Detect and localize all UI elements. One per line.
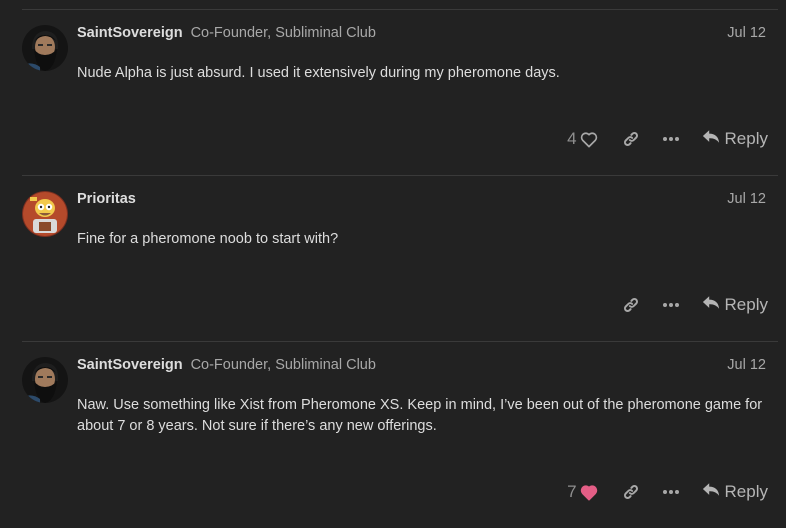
post-meta: SaintSovereign Co-Founder, Subliminal Cl… — [77, 23, 766, 43]
user-title: Co-Founder, Subliminal Club — [190, 25, 376, 41]
more-options-icon[interactable] — [662, 302, 680, 308]
like-count[interactable]: 7 — [567, 482, 576, 502]
post-date[interactable]: Jul 12 — [727, 191, 766, 207]
user-title: Co-Founder, Subliminal Club — [190, 357, 376, 373]
reply-label: Reply — [724, 482, 768, 501]
post-body: Fine for a pheromone noob to start with? — [77, 231, 339, 247]
post-body: Nude Alpha is just absurd. I used it ext… — [77, 65, 560, 81]
post-divider — [22, 175, 778, 176]
post-2: Prioritas Jul 12 Fine for a pheromone no… — [0, 175, 786, 341]
link-icon[interactable] — [622, 130, 640, 148]
reply-button[interactable]: Reply — [702, 129, 768, 149]
topic-thread: SaintSovereign Co-Founder, Subliminal Cl… — [0, 0, 786, 528]
post-date[interactable]: Jul 12 — [727, 25, 766, 41]
post-actions: 4 Reply — [567, 124, 768, 154]
heart-filled-icon[interactable] — [580, 484, 598, 501]
heart-icon[interactable] — [580, 131, 598, 148]
bearded-man-avatar-icon[interactable] — [22, 25, 68, 71]
post-3: SaintSovereign Co-Founder, Subliminal Cl… — [0, 341, 786, 528]
reply-label: Reply — [724, 129, 768, 148]
post-actions: 7 Reply — [567, 477, 768, 507]
reply-arrow-icon — [702, 295, 720, 315]
post-meta: Prioritas Jul 12 — [77, 189, 766, 209]
reply-label: Reply — [724, 295, 768, 314]
username[interactable]: Prioritas — [77, 191, 136, 207]
post-actions: Reply — [622, 290, 768, 320]
like-count[interactable]: 4 — [567, 129, 576, 149]
reply-button[interactable]: Reply — [702, 482, 768, 502]
username[interactable]: SaintSovereign — [77, 25, 183, 41]
more-options-icon[interactable] — [662, 489, 680, 495]
reply-arrow-icon — [702, 482, 720, 502]
cartoon-character-avatar-icon[interactable] — [22, 191, 68, 237]
reply-button[interactable]: Reply — [702, 295, 768, 315]
link-icon[interactable] — [622, 483, 640, 501]
username[interactable]: SaintSovereign — [77, 357, 183, 373]
post-divider — [22, 341, 778, 342]
reply-arrow-icon — [702, 129, 720, 149]
post-meta: SaintSovereign Co-Founder, Subliminal Cl… — [77, 355, 766, 375]
link-icon[interactable] — [622, 296, 640, 314]
post-body: Naw. Use something like Xist from Pherom… — [77, 397, 763, 434]
post-1: SaintSovereign Co-Founder, Subliminal Cl… — [0, 9, 786, 175]
post-divider — [22, 9, 778, 10]
bearded-man-avatar-icon[interactable] — [22, 357, 68, 403]
more-options-icon[interactable] — [662, 136, 680, 142]
post-date[interactable]: Jul 12 — [727, 357, 766, 373]
